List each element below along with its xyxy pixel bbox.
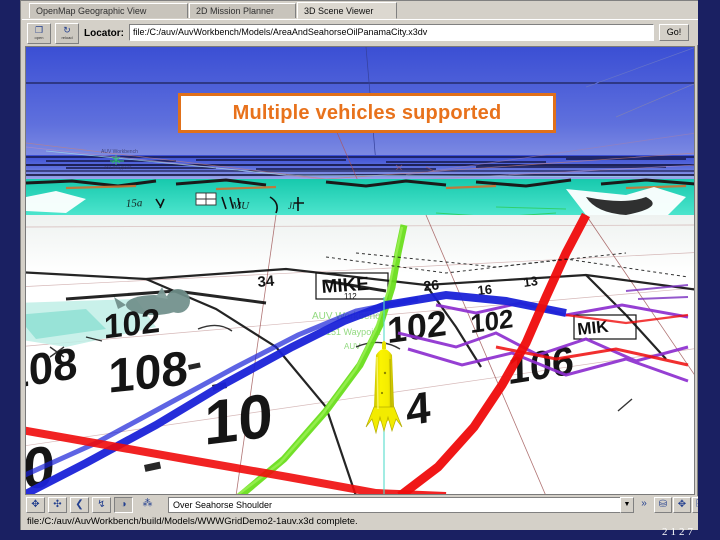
svg-text:13: 13 <box>522 273 538 290</box>
reload-icon: ↻ <box>63 25 71 35</box>
rotate-nav-button[interactable]: ❮ <box>70 497 89 513</box>
open-button-label: open <box>34 35 44 40</box>
slide-left-border <box>0 0 20 540</box>
page-current: 21 <box>662 526 679 538</box>
open-file-button[interactable]: ❐ open <box>27 23 51 44</box>
locator-toolbar: ❐ open ↻ reload Locator: file:/C:/auv/Au… <box>22 19 698 45</box>
fullscreen-button[interactable]: ✥ <box>673 497 691 513</box>
locator-input[interactable]: file:/C:/auv/AuvWorkbench/Models/AreaAnd… <box>129 24 654 41</box>
svg-text:151 Waypoint: 151 Waypoint <box>104 165 132 170</box>
callout-banner: Multiple vehicles supported <box>178 93 556 133</box>
svg-text:AUV Workbench: AUV Workbench <box>101 149 138 155</box>
console-button[interactable]: ⛁ <box>654 497 672 513</box>
straighten-nav-button[interactable]: ⁂ <box>138 497 157 513</box>
presentation-slide: OpenMap Geographic View 2D Mission Plann… <box>0 0 720 540</box>
tab-3d-scene-viewer[interactable]: 3D Scene Viewer <box>297 2 397 19</box>
viewpoint-dropdown-arrow[interactable]: ▼ <box>620 497 634 513</box>
navigation-toolbar: ✥ ✣ ❮ ↯ ◑ ⁂ Over Seahorse Shoulder ▼ » ⛁… <box>22 496 708 514</box>
fly-nav-button[interactable]: ◑ <box>114 497 133 513</box>
status-bar: file:/C:/auv/AuvWorkbench/build/Models/W… <box>22 514 698 531</box>
auv-workbench-window: OpenMap Geographic View 2D Mission Plann… <box>20 0 708 532</box>
svg-text:34: 34 <box>257 273 276 291</box>
next-viewpoint-button[interactable]: » <box>636 497 652 513</box>
callout-text: Multiple vehicles supported <box>232 101 502 124</box>
locator-label: Locator: <box>84 28 124 39</box>
svg-text:112: 112 <box>344 292 357 301</box>
svg-text:26: 26 <box>423 276 440 294</box>
reload-button-label: reload <box>61 35 73 40</box>
svg-text:108: 108 <box>108 341 188 404</box>
slide-right-border <box>698 0 720 540</box>
slide-page-number: 2127 <box>662 526 696 538</box>
examine-nav-button[interactable]: ✥ <box>26 497 45 513</box>
viewpoint-input[interactable]: Over Seahorse Shoulder <box>168 497 623 513</box>
go-button[interactable]: Go! <box>659 24 689 41</box>
svg-text:MU: MU <box>231 200 250 212</box>
walk-nav-button[interactable]: ↯ <box>92 497 111 513</box>
slide-bottom-border <box>0 530 720 540</box>
pan-nav-button[interactable]: ✣ <box>48 497 67 513</box>
svg-text:102: 102 <box>103 302 160 347</box>
page-total: 27 <box>679 526 696 538</box>
reload-button[interactable]: ↻ reload <box>55 23 79 44</box>
view-tabstrip: OpenMap Geographic View 2D Mission Plann… <box>21 1 699 19</box>
svg-text:15a: 15a <box>126 197 144 210</box>
tab-openmap-geographic-view[interactable]: OpenMap Geographic View <box>29 3 188 18</box>
folder-icon: ❐ <box>34 25 44 35</box>
tab-2d-mission-planner[interactable]: 2D Mission Planner <box>189 3 296 18</box>
svg-text:4: 4 <box>405 383 431 437</box>
